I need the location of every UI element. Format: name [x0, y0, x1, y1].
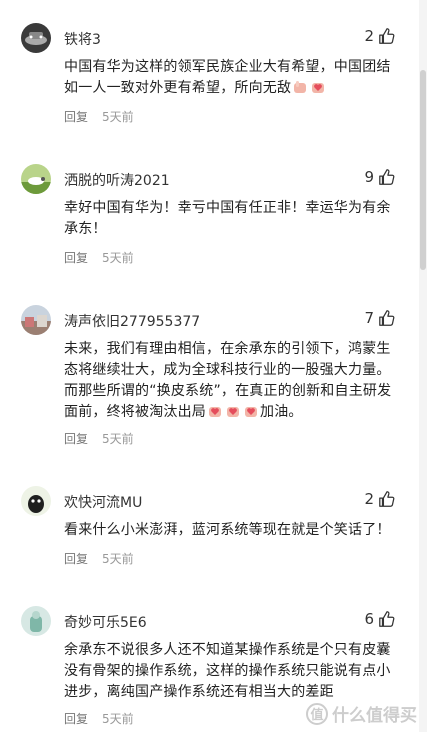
comment-meta: 回复 5天前 — [64, 550, 134, 567]
thumbs-up-icon — [379, 28, 395, 44]
comment-text: 看来什么小米澎湃，蓝河系统等现在就是个笑话了！ — [64, 522, 391, 538]
username[interactable]: 铁将3 — [64, 29, 101, 49]
username[interactable]: 奇妙可乐5E6 — [64, 612, 147, 632]
scrollbar[interactable] — [419, 0, 427, 732]
reply-button[interactable]: 回复 — [64, 710, 88, 727]
watermark-text: 什么值得买 — [332, 706, 417, 726]
comment-meta: 回复 5天前 — [64, 108, 134, 125]
emoji-heart-hands-icon — [243, 403, 259, 419]
like-count: 9 — [364, 168, 374, 186]
like-button[interactable]: 2 — [364, 490, 396, 508]
site-watermark: 值 什么值得买 — [306, 701, 417, 726]
avatar[interactable] — [21, 486, 51, 516]
username[interactable]: 欢快河流MU — [64, 492, 142, 512]
like-button[interactable]: 2 — [364, 27, 396, 45]
thumbs-up-icon — [379, 491, 395, 507]
comment-text-tail: 加油。 — [260, 404, 303, 420]
reply-button[interactable]: 回复 — [64, 430, 88, 447]
comment-text: 中国有华为这样的领军民族企业大有希望，中国团结如一人一致对外更有希望，所向无敌 — [64, 57, 394, 99]
like-button[interactable]: 9 — [364, 168, 396, 186]
thumbs-up-icon — [379, 611, 395, 627]
watermark-logo-icon: 值 — [306, 702, 328, 725]
avatar[interactable] — [21, 164, 51, 194]
timestamp: 5天前 — [102, 251, 134, 265]
timestamp: 5天前 — [102, 432, 134, 446]
avatar[interactable] — [21, 606, 51, 636]
avatar[interactable] — [21, 23, 51, 53]
comment-meta: 回复 5天前 — [64, 710, 134, 727]
like-button[interactable]: 6 — [364, 610, 396, 628]
avatar[interactable] — [21, 305, 51, 335]
username[interactable]: 洒脱的听涛2021 — [64, 170, 170, 190]
timestamp: 5天前 — [102, 552, 134, 566]
username[interactable]: 涛声依旧277955377 — [64, 311, 200, 331]
comment-text-content: 中国有华为这样的领军民族企业大有希望，中国团结如一人一致对外更有希望，所向无敌 — [64, 59, 391, 96]
comment-item: 洒脱的听涛2021 9 幸好中国有华为！幸亏中国有任正非！幸运华为有余承东！ 回… — [0, 164, 418, 274]
thumbs-up-icon — [379, 310, 395, 326]
comment-item: 欢快河流MU 2 看来什么小米澎湃，蓝河系统等现在就是个笑话了！ 回复 5天前 — [0, 486, 418, 576]
like-count: 6 — [364, 610, 374, 628]
comment-item: 铁将3 2 中国有华为这样的领军民族企业大有希望，中国团结如一人一致对外更有希望… — [0, 23, 418, 133]
comment-text: 余承东不说很多人还不知道某操作系统是个只有皮囊没有骨架的操作系统，这样的操作系统… — [64, 642, 391, 700]
like-button[interactable]: 7 — [364, 309, 396, 327]
emoji-heart-hands-icon — [207, 403, 223, 419]
timestamp: 5天前 — [102, 712, 134, 726]
like-count: 2 — [364, 490, 374, 508]
reply-button[interactable]: 回复 — [64, 550, 88, 567]
emoji-clap-icon — [292, 79, 308, 95]
like-count: 7 — [364, 309, 374, 327]
comment-item: 涛声依旧277955377 7 未来，我们有理由相信，在余承东的引领下，鸿蒙生态… — [0, 305, 418, 455]
scrollbar-thumb[interactable] — [420, 70, 426, 270]
timestamp: 5天前 — [102, 110, 134, 124]
thumbs-up-icon — [379, 169, 395, 185]
comment-meta: 回复 5天前 — [64, 249, 134, 266]
comment-text: 未来，我们有理由相信，在余承东的引领下，鸿蒙生态将继续壮大，成为全球科技行业的一… — [64, 339, 394, 423]
emoji-heart-hands-icon — [310, 79, 326, 95]
comment-meta: 回复 5天前 — [64, 430, 134, 447]
emoji-heart-hands-icon — [225, 403, 241, 419]
like-count: 2 — [364, 27, 374, 45]
comment-text: 幸好中国有华为！幸亏中国有任正非！幸运华为有余承东！ — [64, 200, 391, 237]
reply-button[interactable]: 回复 — [64, 108, 88, 125]
reply-button[interactable]: 回复 — [64, 249, 88, 266]
